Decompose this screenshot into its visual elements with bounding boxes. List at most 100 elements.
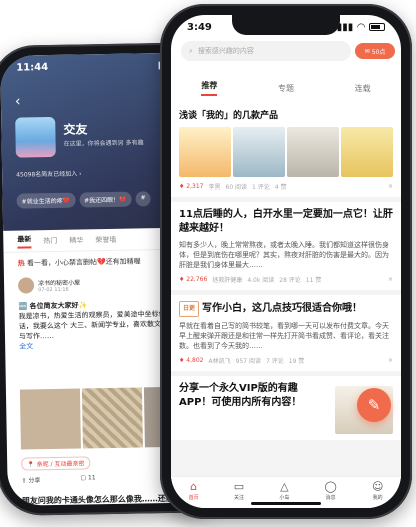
thumbnail-image xyxy=(179,127,231,177)
card-thumbnails xyxy=(179,127,393,177)
pinned-notice[interactable]: 热 看一看，小心禁言删帖💔还有加精喔 xyxy=(18,256,141,268)
circle-subtitle: 在这里，你将会遇到另 多有趣 xyxy=(63,139,144,148)
view-count: 957 阅读 xyxy=(235,358,261,365)
card-meta: ♦ 22,766 拯救肝健康 4.0k 阅读 28 评论 11 赞 × xyxy=(179,275,393,284)
daily-badge: 日更 xyxy=(179,301,200,317)
book-icon: ▭ xyxy=(233,479,245,493)
red-packet-button[interactable]: ✉ 50点 xyxy=(355,43,395,59)
post-author[interactable]: 凉书的秘密小屋 07-02 11:16 xyxy=(17,277,81,294)
hot-badge: 热 xyxy=(17,259,25,268)
search-input[interactable]: ⌕ 搜索感兴趣的内容 xyxy=(181,41,351,61)
circle-tag[interactable]: # xyxy=(135,191,151,207)
like-count: ♦ 4,802 xyxy=(179,357,204,364)
close-icon[interactable]: × xyxy=(388,276,393,283)
feed-card[interactable]: 浅谈「我的」的几款产品 ♦ 2,317 李黑 60 阅读 1 评论 4 赞 × xyxy=(171,104,401,197)
author-name: 凉书的秘密小屋 xyxy=(38,279,81,287)
reward-count: 4 赞 xyxy=(274,184,287,191)
close-icon[interactable]: × xyxy=(388,357,393,364)
circle-tag[interactable]: #就业生活的疼💔 xyxy=(16,192,76,209)
thumbnail-image xyxy=(233,127,285,177)
like-value: 2,317 xyxy=(186,183,204,190)
nav-label: 关注 xyxy=(233,494,244,501)
mockup-stage: 11:44 ▮▮▮ ‹ 交友 在这里，你将会遇到另 多有趣 45098名简友已经… xyxy=(0,0,416,527)
post-location-tag[interactable]: 📍 亲昵 / 互动最亲密 xyxy=(21,456,91,471)
pencil-icon: ✎ xyxy=(367,396,381,414)
status-time: 11:44 xyxy=(16,61,49,74)
search-icon: ⌕ xyxy=(189,46,193,55)
tab-topics[interactable]: 专题 xyxy=(278,83,294,94)
status-time: 3:49 xyxy=(187,21,212,33)
nav-home[interactable]: ⌂ 首页 xyxy=(188,479,199,501)
card-title: 写作小白，这几点技巧很适合你哦！ xyxy=(202,303,363,314)
feed-card[interactable]: 11点后睡的人，白开水里一定要加一点它！让肝越来越好！ 知有多少人，晚上常常熬夜… xyxy=(171,202,401,290)
close-icon[interactable]: × xyxy=(388,183,393,190)
view-count: 60 阅读 xyxy=(225,184,248,191)
card-title-row: 日更 写作小白，这几点技巧很适合你哦！ xyxy=(179,301,393,317)
write-post-button[interactable]: ✎ xyxy=(357,388,391,422)
user-icon: ☺ xyxy=(371,479,384,493)
avatar[interactable] xyxy=(17,277,35,294)
comment-count: 7 评论 xyxy=(265,358,284,365)
nav-messages[interactable]: ◯ 消息 xyxy=(324,479,337,501)
chat-bubble-icon: ◯ xyxy=(324,479,337,493)
phone-notch xyxy=(232,15,340,35)
nav-island[interactable]: △ 小岛 xyxy=(279,479,290,501)
thumbnail-image xyxy=(287,127,339,177)
circle-tags: #就业生活的疼💔 #我还四眼！💔 # xyxy=(16,191,151,209)
coin-label: 50点 xyxy=(371,48,386,56)
card-title: 浅谈「我的」的几款产品 xyxy=(179,111,279,121)
author-name[interactable]: A林凯飞 xyxy=(208,356,230,365)
circle-member-count[interactable]: 45098名简友已经加入 › xyxy=(16,168,82,178)
status-icons: ▮▮▮ ◠ xyxy=(337,22,385,33)
author-name[interactable]: 拯救肝健康 xyxy=(212,275,242,284)
card-excerpt: 知有多少人，晚上常常熬夜，或者太晚入睡。我们都知道这样很伤身体，但是到底伤在哪里… xyxy=(179,241,389,269)
reward-count: 11 赞 xyxy=(305,277,322,284)
tab-honor[interactable]: 荣誉墙 xyxy=(95,234,116,244)
circle-tag[interactable]: #我还四眼！💔 xyxy=(78,191,132,208)
triangle-icon: △ xyxy=(280,479,289,493)
post-date: 07-02 11:16 xyxy=(38,286,69,293)
author-name[interactable]: 李黑 xyxy=(208,182,220,191)
post-image[interactable] xyxy=(19,388,81,450)
nav-label: 首页 xyxy=(188,494,199,501)
comment-button[interactable]: ▢ 11 xyxy=(80,474,95,483)
share-button[interactable]: ⇪ 分享 xyxy=(21,475,40,484)
like-count: ♦ 22,766 xyxy=(179,276,208,283)
post-image[interactable] xyxy=(81,387,143,449)
like-value: 4,802 xyxy=(186,357,204,364)
tab-recommend[interactable]: 推荐 xyxy=(201,80,218,96)
home-indicator xyxy=(251,502,321,505)
tab-latest[interactable]: 最新 xyxy=(17,233,32,249)
wifi-icon: ◠ xyxy=(357,21,365,33)
post-actions: ⇪ 分享 ▢ 11 xyxy=(21,474,95,484)
tab-featured[interactable]: 精华 xyxy=(69,235,83,245)
circle-cover-image xyxy=(15,116,56,158)
feed-card[interactable]: 日更 写作小白，这几点技巧很适合你哦！ 早就在看着自己写的简书较笔，看到哪一天可以… xyxy=(171,295,401,371)
back-arrow-icon[interactable]: ‹ xyxy=(15,94,21,110)
tab-serial[interactable]: 连载 xyxy=(355,83,371,94)
nav-label: 消息 xyxy=(325,494,336,501)
card-excerpt: 早就在看着自己写的简书较笔，看到哪一天可以发布付费文章。今天早上醒来弹开跟还是和… xyxy=(179,322,389,350)
front-phone-screen: 3:49 ▮▮▮ ◠ ⌕ 搜索感兴趣的内容 ✉ 50点 推荐 专题 连载 浅谈「我的… xyxy=(171,15,401,508)
nav-label: 小岛 xyxy=(279,494,290,501)
card-title: 11点后睡的人，白开水里一定要加一点它！让肝越来越好！ xyxy=(179,209,393,234)
tab-hot[interactable]: 热门 xyxy=(43,235,57,245)
circle-title: 交友 xyxy=(63,122,88,137)
nav-me[interactable]: ☺ 我的 xyxy=(371,479,384,501)
reward-count: 19 赞 xyxy=(288,358,305,365)
nav-follow[interactable]: ▭ 关注 xyxy=(233,479,245,501)
view-count: 4.0k 阅读 xyxy=(247,277,275,284)
nav-label: 我的 xyxy=(372,494,383,501)
feed-list: 浅谈「我的」的几款产品 ♦ 2,317 李黑 60 阅读 1 评论 4 赞 × xyxy=(171,104,401,480)
home-icon: ⌂ xyxy=(190,479,198,493)
card-meta: ♦ 2,317 李黑 60 阅读 1 评论 4 赞 × xyxy=(179,182,393,191)
front-phone: 3:49 ▮▮▮ ◠ ⌕ 搜索感兴趣的内容 ✉ 50点 推荐 专题 连载 浅谈「我的… xyxy=(160,4,412,519)
search-placeholder: 搜索感兴趣的内容 xyxy=(197,47,254,55)
comment-count: 28 评论 xyxy=(279,277,301,284)
comment-count: 1 评论 xyxy=(252,184,270,191)
like-count: ♦ 2,317 xyxy=(179,183,204,190)
pinned-notice-text: 看一看，小心禁言删帖💔还有加精喔 xyxy=(26,257,141,268)
feed-tabs: 推荐 专题 连载 xyxy=(171,75,401,101)
card-meta: ♦ 4,802 A林凯飞 957 阅读 7 评论 19 赞 × xyxy=(179,356,393,365)
gift-icon: ✉ xyxy=(364,47,370,55)
